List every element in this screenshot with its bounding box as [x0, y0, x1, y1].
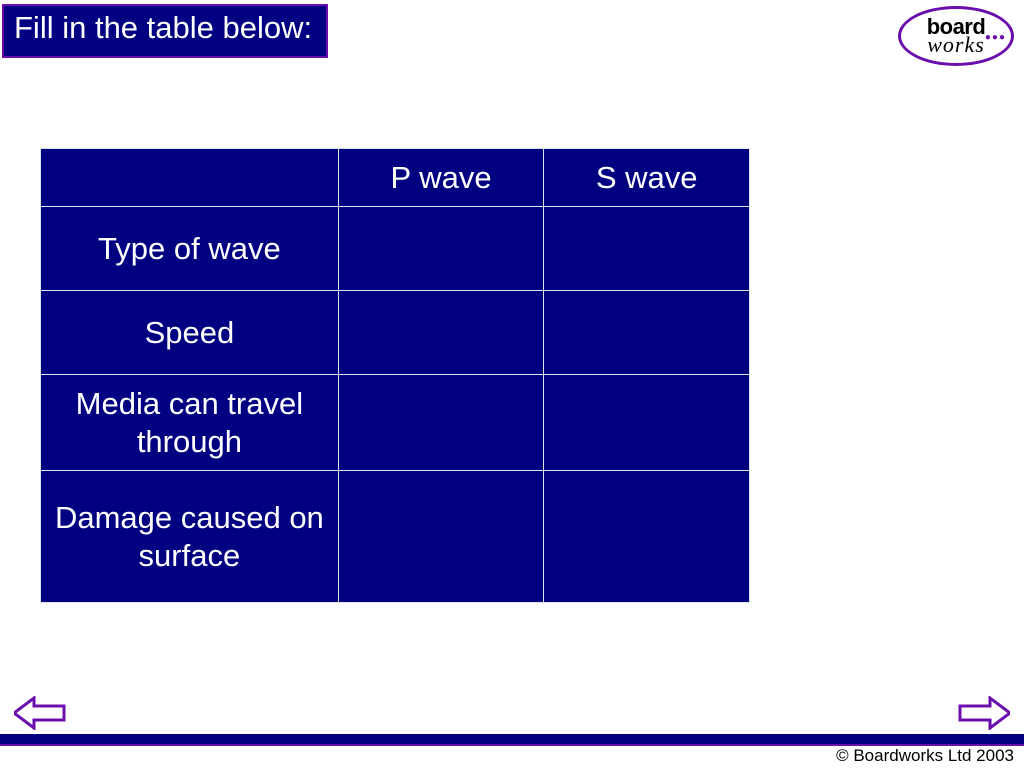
- table-header-row: P wave S wave: [41, 149, 750, 207]
- cell-p[interactable]: [338, 291, 544, 375]
- slide-title-text: Fill in the table below:: [14, 10, 312, 45]
- table-row: Type of wave: [41, 207, 750, 291]
- cell-s[interactable]: [544, 291, 750, 375]
- table-row: Damage caused on surface: [41, 471, 750, 603]
- row-label: Type of wave: [41, 207, 339, 291]
- arrow-right-icon: [958, 696, 1010, 730]
- cell-s[interactable]: [544, 375, 750, 471]
- cell-p[interactable]: [338, 207, 544, 291]
- cell-p[interactable]: [338, 375, 544, 471]
- arrow-left-icon: [14, 696, 66, 730]
- cell-s[interactable]: [544, 207, 750, 291]
- header-p-wave: P wave: [338, 149, 544, 207]
- previous-arrow[interactable]: [14, 696, 66, 730]
- logo-works-text: works: [927, 35, 986, 55]
- row-label: Damage caused on surface: [41, 471, 339, 603]
- wave-table: P wave S wave Type of wave Speed Media c…: [40, 148, 750, 603]
- row-label: Media can travel through: [41, 375, 339, 471]
- boardworks-logo: board works ●●●: [898, 6, 1014, 66]
- wave-table-container: P wave S wave Type of wave Speed Media c…: [40, 148, 750, 603]
- cell-s[interactable]: [544, 471, 750, 603]
- slide-title: Fill in the table below:: [2, 4, 328, 58]
- header-blank: [41, 149, 339, 207]
- footer-bar: [0, 734, 1024, 744]
- row-label: Speed: [41, 291, 339, 375]
- header-s-wave: S wave: [544, 149, 750, 207]
- copyright-text: © Boardworks Ltd 2003: [836, 746, 1014, 766]
- next-arrow[interactable]: [958, 696, 1010, 730]
- logo-dots: ●●●: [985, 32, 1006, 43]
- table-row: Media can travel through: [41, 375, 750, 471]
- cell-p[interactable]: [338, 471, 544, 603]
- logo-text: board works: [927, 17, 986, 55]
- table-row: Speed: [41, 291, 750, 375]
